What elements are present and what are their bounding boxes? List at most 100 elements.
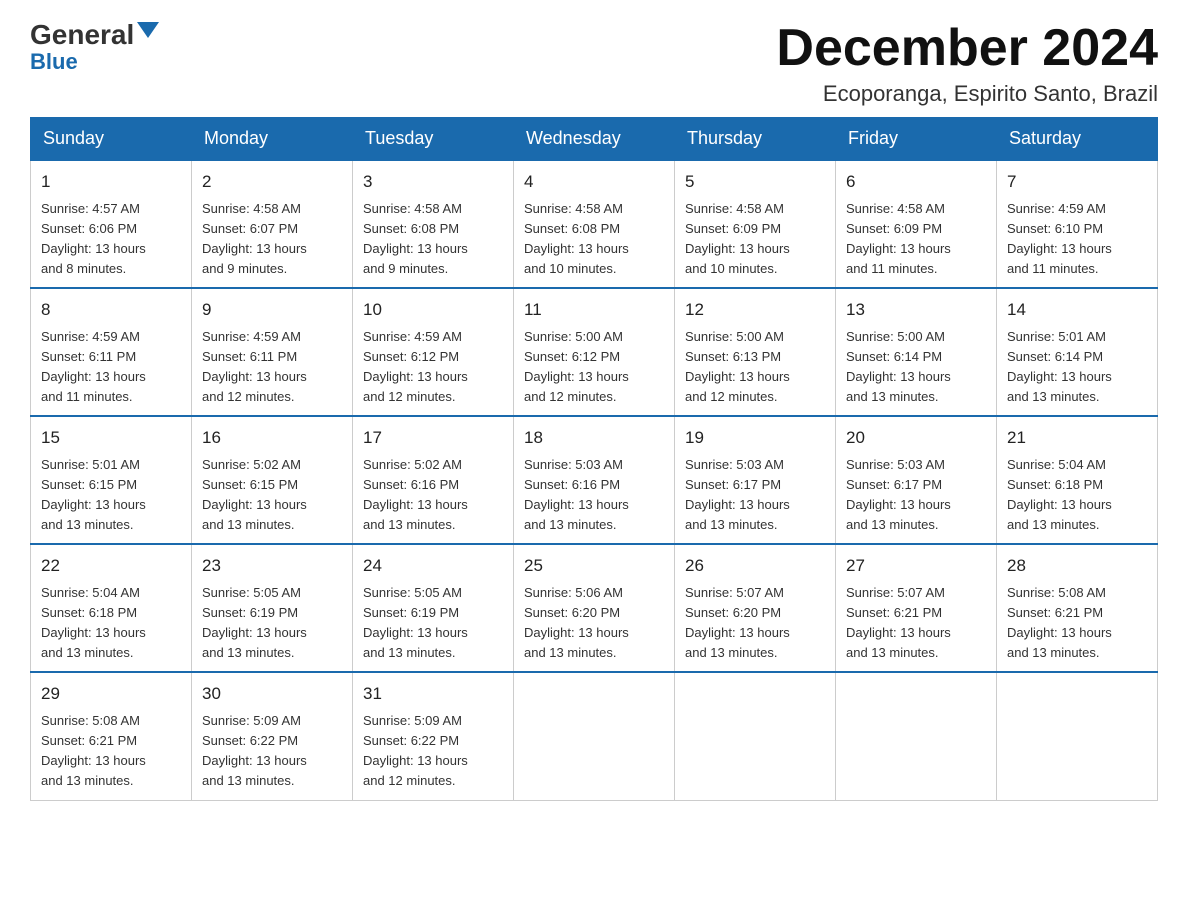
calendar-week-row: 8 Sunrise: 4:59 AM Sunset: 6:11 PM Dayli… bbox=[31, 288, 1158, 416]
day-number: 11 bbox=[524, 297, 664, 323]
calendar-cell: 2 Sunrise: 4:58 AM Sunset: 6:07 PM Dayli… bbox=[192, 160, 353, 288]
calendar-cell: 9 Sunrise: 4:59 AM Sunset: 6:11 PM Dayli… bbox=[192, 288, 353, 416]
calendar-cell: 21 Sunrise: 5:04 AM Sunset: 6:18 PM Dayl… bbox=[997, 416, 1158, 544]
day-info: Sunrise: 4:58 AM Sunset: 6:07 PM Dayligh… bbox=[202, 199, 342, 280]
day-info: Sunrise: 5:09 AM Sunset: 6:22 PM Dayligh… bbox=[363, 711, 503, 792]
day-info: Sunrise: 5:03 AM Sunset: 6:16 PM Dayligh… bbox=[524, 455, 664, 536]
day-number: 7 bbox=[1007, 169, 1147, 195]
calendar-cell bbox=[675, 672, 836, 800]
day-info: Sunrise: 5:05 AM Sunset: 6:19 PM Dayligh… bbox=[202, 583, 342, 664]
calendar-week-row: 29 Sunrise: 5:08 AM Sunset: 6:21 PM Dayl… bbox=[31, 672, 1158, 800]
day-info: Sunrise: 5:03 AM Sunset: 6:17 PM Dayligh… bbox=[685, 455, 825, 536]
calendar-table: SundayMondayTuesdayWednesdayThursdayFrid… bbox=[30, 117, 1158, 800]
logo: General Blue bbox=[30, 20, 159, 75]
calendar-cell: 30 Sunrise: 5:09 AM Sunset: 6:22 PM Dayl… bbox=[192, 672, 353, 800]
day-number: 2 bbox=[202, 169, 342, 195]
logo-general: General bbox=[30, 21, 134, 49]
day-number: 10 bbox=[363, 297, 503, 323]
calendar-cell: 3 Sunrise: 4:58 AM Sunset: 6:08 PM Dayli… bbox=[353, 160, 514, 288]
calendar-cell: 13 Sunrise: 5:00 AM Sunset: 6:14 PM Dayl… bbox=[836, 288, 997, 416]
month-title: December 2024 bbox=[776, 20, 1158, 77]
day-info: Sunrise: 4:58 AM Sunset: 6:08 PM Dayligh… bbox=[524, 199, 664, 280]
calendar-cell: 27 Sunrise: 5:07 AM Sunset: 6:21 PM Dayl… bbox=[836, 544, 997, 672]
day-number: 27 bbox=[846, 553, 986, 579]
day-info: Sunrise: 5:08 AM Sunset: 6:21 PM Dayligh… bbox=[41, 711, 181, 792]
day-number: 12 bbox=[685, 297, 825, 323]
day-info: Sunrise: 5:03 AM Sunset: 6:17 PM Dayligh… bbox=[846, 455, 986, 536]
calendar-week-row: 15 Sunrise: 5:01 AM Sunset: 6:15 PM Dayl… bbox=[31, 416, 1158, 544]
calendar-cell: 26 Sunrise: 5:07 AM Sunset: 6:20 PM Dayl… bbox=[675, 544, 836, 672]
day-number: 22 bbox=[41, 553, 181, 579]
day-number: 16 bbox=[202, 425, 342, 451]
calendar-cell: 7 Sunrise: 4:59 AM Sunset: 6:10 PM Dayli… bbox=[997, 160, 1158, 288]
day-info: Sunrise: 4:58 AM Sunset: 6:09 PM Dayligh… bbox=[685, 199, 825, 280]
day-number: 14 bbox=[1007, 297, 1147, 323]
day-number: 31 bbox=[363, 681, 503, 707]
day-info: Sunrise: 5:07 AM Sunset: 6:20 PM Dayligh… bbox=[685, 583, 825, 664]
day-number: 19 bbox=[685, 425, 825, 451]
calendar-cell: 20 Sunrise: 5:03 AM Sunset: 6:17 PM Dayl… bbox=[836, 416, 997, 544]
calendar-header-tuesday: Tuesday bbox=[353, 118, 514, 161]
day-number: 20 bbox=[846, 425, 986, 451]
calendar-cell: 22 Sunrise: 5:04 AM Sunset: 6:18 PM Dayl… bbox=[31, 544, 192, 672]
day-number: 4 bbox=[524, 169, 664, 195]
day-info: Sunrise: 4:59 AM Sunset: 6:11 PM Dayligh… bbox=[202, 327, 342, 408]
day-info: Sunrise: 4:57 AM Sunset: 6:06 PM Dayligh… bbox=[41, 199, 181, 280]
day-info: Sunrise: 5:07 AM Sunset: 6:21 PM Dayligh… bbox=[846, 583, 986, 664]
day-info: Sunrise: 4:59 AM Sunset: 6:10 PM Dayligh… bbox=[1007, 199, 1147, 280]
day-number: 23 bbox=[202, 553, 342, 579]
day-number: 15 bbox=[41, 425, 181, 451]
calendar-header-row: SundayMondayTuesdayWednesdayThursdayFrid… bbox=[31, 118, 1158, 161]
day-number: 18 bbox=[524, 425, 664, 451]
calendar-header-monday: Monday bbox=[192, 118, 353, 161]
logo-blue: Blue bbox=[30, 49, 78, 74]
day-info: Sunrise: 5:04 AM Sunset: 6:18 PM Dayligh… bbox=[1007, 455, 1147, 536]
calendar-cell: 23 Sunrise: 5:05 AM Sunset: 6:19 PM Dayl… bbox=[192, 544, 353, 672]
calendar-cell: 1 Sunrise: 4:57 AM Sunset: 6:06 PM Dayli… bbox=[31, 160, 192, 288]
calendar-cell: 29 Sunrise: 5:08 AM Sunset: 6:21 PM Dayl… bbox=[31, 672, 192, 800]
calendar-header-sunday: Sunday bbox=[31, 118, 192, 161]
calendar-cell: 18 Sunrise: 5:03 AM Sunset: 6:16 PM Dayl… bbox=[514, 416, 675, 544]
day-info: Sunrise: 5:08 AM Sunset: 6:21 PM Dayligh… bbox=[1007, 583, 1147, 664]
calendar-header-thursday: Thursday bbox=[675, 118, 836, 161]
day-number: 8 bbox=[41, 297, 181, 323]
calendar-header-friday: Friday bbox=[836, 118, 997, 161]
calendar-cell: 31 Sunrise: 5:09 AM Sunset: 6:22 PM Dayl… bbox=[353, 672, 514, 800]
day-number: 17 bbox=[363, 425, 503, 451]
calendar-cell bbox=[836, 672, 997, 800]
calendar-cell bbox=[514, 672, 675, 800]
day-info: Sunrise: 4:59 AM Sunset: 6:11 PM Dayligh… bbox=[41, 327, 181, 408]
day-number: 6 bbox=[846, 169, 986, 195]
day-number: 1 bbox=[41, 169, 181, 195]
calendar-cell: 17 Sunrise: 5:02 AM Sunset: 6:16 PM Dayl… bbox=[353, 416, 514, 544]
calendar-cell: 8 Sunrise: 4:59 AM Sunset: 6:11 PM Dayli… bbox=[31, 288, 192, 416]
day-info: Sunrise: 5:01 AM Sunset: 6:14 PM Dayligh… bbox=[1007, 327, 1147, 408]
calendar-cell: 15 Sunrise: 5:01 AM Sunset: 6:15 PM Dayl… bbox=[31, 416, 192, 544]
calendar-cell: 6 Sunrise: 4:58 AM Sunset: 6:09 PM Dayli… bbox=[836, 160, 997, 288]
day-number: 26 bbox=[685, 553, 825, 579]
day-info: Sunrise: 5:02 AM Sunset: 6:16 PM Dayligh… bbox=[363, 455, 503, 536]
day-info: Sunrise: 5:00 AM Sunset: 6:14 PM Dayligh… bbox=[846, 327, 986, 408]
calendar-cell: 14 Sunrise: 5:01 AM Sunset: 6:14 PM Dayl… bbox=[997, 288, 1158, 416]
day-info: Sunrise: 5:02 AM Sunset: 6:15 PM Dayligh… bbox=[202, 455, 342, 536]
day-info: Sunrise: 5:05 AM Sunset: 6:19 PM Dayligh… bbox=[363, 583, 503, 664]
day-info: Sunrise: 5:00 AM Sunset: 6:12 PM Dayligh… bbox=[524, 327, 664, 408]
calendar-cell bbox=[997, 672, 1158, 800]
day-number: 28 bbox=[1007, 553, 1147, 579]
day-number: 9 bbox=[202, 297, 342, 323]
day-info: Sunrise: 5:09 AM Sunset: 6:22 PM Dayligh… bbox=[202, 711, 342, 792]
day-number: 24 bbox=[363, 553, 503, 579]
logo-arrow-icon bbox=[137, 22, 159, 44]
day-number: 3 bbox=[363, 169, 503, 195]
calendar-cell: 24 Sunrise: 5:05 AM Sunset: 6:19 PM Dayl… bbox=[353, 544, 514, 672]
day-info: Sunrise: 5:00 AM Sunset: 6:13 PM Dayligh… bbox=[685, 327, 825, 408]
calendar-cell: 12 Sunrise: 5:00 AM Sunset: 6:13 PM Dayl… bbox=[675, 288, 836, 416]
calendar-cell: 4 Sunrise: 4:58 AM Sunset: 6:08 PM Dayli… bbox=[514, 160, 675, 288]
day-info: Sunrise: 5:04 AM Sunset: 6:18 PM Dayligh… bbox=[41, 583, 181, 664]
title-block: December 2024 Ecoporanga, Espirito Santo… bbox=[776, 20, 1158, 107]
page-header: General Blue December 2024 Ecoporanga, E… bbox=[30, 20, 1158, 107]
day-info: Sunrise: 5:01 AM Sunset: 6:15 PM Dayligh… bbox=[41, 455, 181, 536]
calendar-week-row: 1 Sunrise: 4:57 AM Sunset: 6:06 PM Dayli… bbox=[31, 160, 1158, 288]
calendar-cell: 19 Sunrise: 5:03 AM Sunset: 6:17 PM Dayl… bbox=[675, 416, 836, 544]
day-info: Sunrise: 4:58 AM Sunset: 6:08 PM Dayligh… bbox=[363, 199, 503, 280]
